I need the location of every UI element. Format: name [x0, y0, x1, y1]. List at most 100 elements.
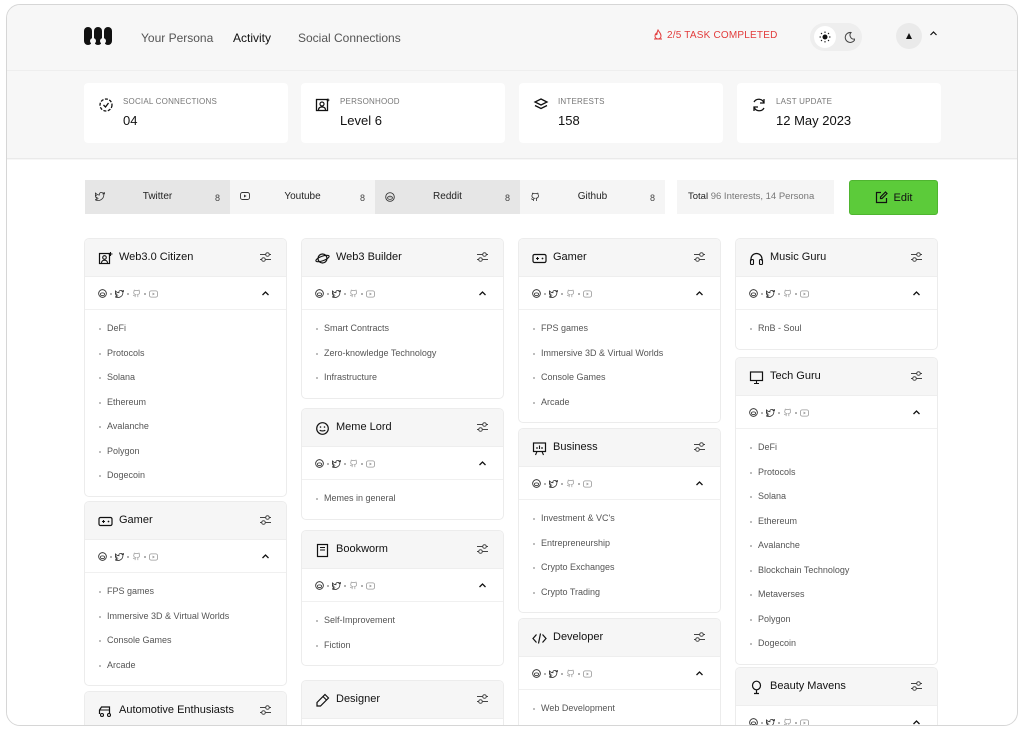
card-header[interactable]: Business — [519, 429, 720, 467]
twitter-icon[interactable] — [332, 459, 341, 468]
card-header[interactable]: Bookworm — [302, 531, 503, 569]
card-header[interactable]: Gamer — [85, 502, 286, 540]
settings-sliders-icon[interactable] — [259, 514, 272, 526]
list-item[interactable]: Dogecoin — [736, 633, 937, 658]
card-header[interactable]: Music Guru — [736, 239, 937, 277]
chevron-up-icon[interactable] — [478, 289, 487, 298]
list-item[interactable]: RnB - Soul — [736, 318, 937, 343]
github-icon[interactable] — [783, 289, 792, 298]
chevron-up-icon[interactable] — [695, 289, 704, 298]
list-item[interactable]: Immersive 3D & Virtual Worlds — [85, 606, 286, 631]
settings-sliders-icon[interactable] — [910, 251, 923, 263]
youtube-icon[interactable] — [800, 408, 809, 417]
list-item[interactable]: Memes in general — [302, 488, 503, 513]
reddit-icon[interactable] — [749, 289, 758, 298]
list-item[interactable]: Avalanche — [736, 535, 937, 560]
list-item[interactable]: FPS games — [519, 318, 720, 343]
youtube-icon[interactable] — [149, 552, 158, 561]
twitter-icon[interactable] — [766, 718, 775, 725]
list-item[interactable]: Arcade — [85, 655, 286, 680]
github-icon[interactable] — [349, 581, 358, 590]
list-item[interactable]: Crypto Exchanges — [519, 557, 720, 582]
youtube-icon[interactable] — [366, 459, 375, 468]
settings-sliders-icon[interactable] — [910, 370, 923, 382]
reddit-icon[interactable] — [532, 479, 541, 488]
theme-toggle[interactable] — [810, 23, 862, 51]
settings-sliders-icon[interactable] — [910, 680, 923, 692]
list-item[interactable]: Self-Improvement — [302, 610, 503, 635]
reddit-icon[interactable] — [315, 289, 324, 298]
chevron-up-icon[interactable] — [478, 459, 487, 468]
reddit-icon[interactable] — [749, 408, 758, 417]
youtube-icon[interactable] — [583, 669, 592, 678]
card-header[interactable]: Tech Guru — [736, 358, 937, 396]
settings-sliders-icon[interactable] — [476, 543, 489, 555]
chevron-up-icon[interactable] — [261, 289, 270, 298]
list-item[interactable]: Zero-knowledge Technology — [302, 343, 503, 368]
chevron-up-icon[interactable] — [929, 29, 938, 38]
tab-reddit[interactable]: Reddit 8 — [375, 180, 520, 214]
nav-your-persona[interactable]: Your Persona — [141, 31, 213, 45]
youtube-icon[interactable] — [800, 289, 809, 298]
chevron-up-icon[interactable] — [912, 408, 921, 417]
github-icon[interactable] — [783, 718, 792, 725]
youtube-icon[interactable] — [366, 581, 375, 590]
settings-sliders-icon[interactable] — [259, 251, 272, 263]
chevron-up-icon[interactable] — [912, 289, 921, 298]
list-item[interactable]: Protocols — [736, 462, 937, 487]
card-header[interactable]: Web3 Builder — [302, 239, 503, 277]
list-item[interactable]: Avalanche — [85, 416, 286, 441]
list-item[interactable]: Game Development — [519, 723, 720, 726]
list-item[interactable]: Polygon — [85, 441, 286, 466]
card-header[interactable]: Automotive Enthusiasts — [85, 692, 286, 725]
tab-twitter[interactable]: Twitter 8 — [85, 180, 230, 214]
list-item[interactable]: Web Development — [519, 698, 720, 723]
list-item[interactable]: Dogecoin — [85, 465, 286, 490]
card-header[interactable]: Designer — [302, 681, 503, 719]
twitter-icon[interactable] — [549, 669, 558, 678]
chevron-up-icon[interactable] — [912, 718, 921, 725]
card-header[interactable]: Web3.0 Citizen — [85, 239, 286, 277]
settings-sliders-icon[interactable] — [693, 251, 706, 263]
card-header[interactable]: Developer — [519, 619, 720, 657]
twitter-icon[interactable] — [549, 479, 558, 488]
list-item[interactable]: Immersive 3D & Virtual Worlds — [519, 343, 720, 368]
list-item[interactable]: Arcade — [519, 392, 720, 417]
youtube-icon[interactable] — [583, 289, 592, 298]
list-item[interactable]: DeFi — [85, 318, 286, 343]
settings-sliders-icon[interactable] — [476, 693, 489, 705]
list-item[interactable]: Metaverses — [736, 584, 937, 609]
avatar[interactable] — [896, 23, 922, 49]
chevron-up-icon[interactable] — [478, 581, 487, 590]
twitter-icon[interactable] — [766, 408, 775, 417]
youtube-icon[interactable] — [149, 289, 158, 298]
list-item[interactable]: DeFi — [736, 437, 937, 462]
settings-sliders-icon[interactable] — [693, 441, 706, 453]
reddit-icon[interactable] — [532, 669, 541, 678]
sun-icon[interactable] — [814, 26, 836, 48]
moon-icon[interactable] — [838, 26, 860, 48]
list-item[interactable]: Blockchain Technology — [736, 560, 937, 585]
github-icon[interactable] — [566, 479, 575, 488]
twitter-icon[interactable] — [549, 289, 558, 298]
twitter-icon[interactable] — [115, 289, 124, 298]
reddit-icon[interactable] — [749, 718, 758, 725]
list-item[interactable]: Entrepreneurship — [519, 533, 720, 558]
list-item[interactable]: Ethereum — [85, 392, 286, 417]
list-item[interactable]: Solana — [736, 486, 937, 511]
youtube-icon[interactable] — [366, 289, 375, 298]
youtube-icon[interactable] — [583, 479, 592, 488]
reddit-icon[interactable] — [315, 459, 324, 468]
list-item[interactable]: Crypto Trading — [519, 582, 720, 607]
list-item[interactable]: Fiction — [302, 635, 503, 660]
settings-sliders-icon[interactable] — [693, 631, 706, 643]
github-icon[interactable] — [783, 408, 792, 417]
settings-sliders-icon[interactable] — [476, 421, 489, 433]
github-icon[interactable] — [349, 459, 358, 468]
reddit-icon[interactable] — [98, 552, 107, 561]
list-item[interactable]: Ethereum — [736, 511, 937, 536]
tab-youtube[interactable]: Youtube 8 — [230, 180, 375, 214]
twitter-icon[interactable] — [766, 289, 775, 298]
github-icon[interactable] — [132, 552, 141, 561]
list-item[interactable]: Investment & VC's — [519, 508, 720, 533]
